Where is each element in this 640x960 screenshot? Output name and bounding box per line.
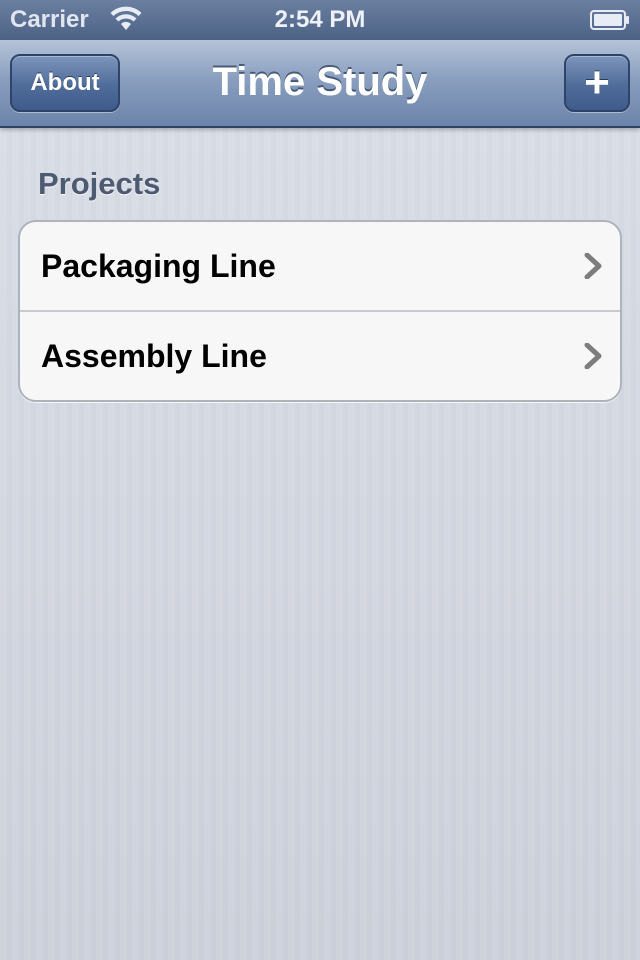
plus-icon: + <box>584 58 610 107</box>
chevron-right-icon <box>584 343 602 369</box>
add-project-button[interactable]: + <box>564 54 630 112</box>
table-row-packaging-line[interactable]: Packaging Line <box>20 222 620 310</box>
table-row-assembly-line[interactable]: Assembly Line <box>20 310 620 400</box>
status-time: 2:54 PM <box>274 6 366 33</box>
navigation-bar: About Time Study + <box>0 40 640 128</box>
row-label: Assembly Line <box>41 337 267 374</box>
chevron-right-icon <box>584 253 602 279</box>
row-label: Packaging Line <box>41 247 276 284</box>
section-header-projects: Projects <box>38 166 161 201</box>
battery-icon <box>590 10 629 30</box>
status-bar: Carrier 2:54 PM <box>0 0 640 40</box>
projects-table: Packaging Line Assembly Line <box>18 220 622 402</box>
page-title: Time Study <box>212 60 428 104</box>
